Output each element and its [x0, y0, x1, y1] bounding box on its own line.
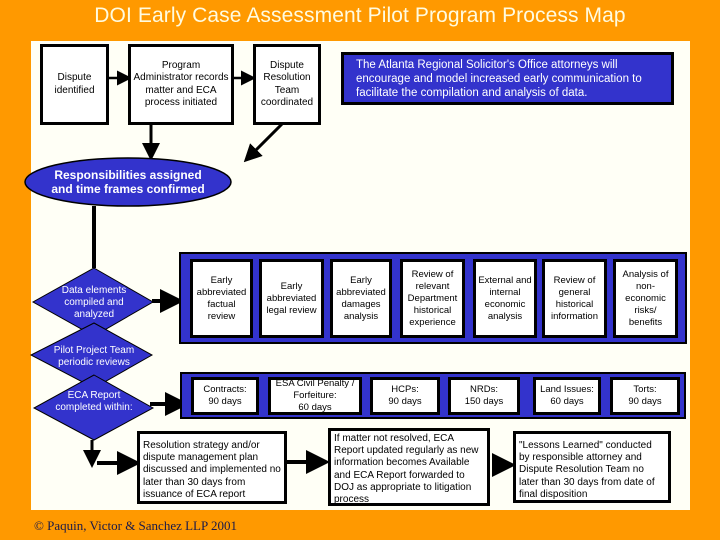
analysis-box-damages: Early abbreviated damages analysis: [330, 259, 392, 338]
eca-update-box: If matter not resolved, ECA Report updat…: [328, 428, 490, 506]
timeframe-torts: Torts: 90 days: [610, 377, 680, 415]
dispute-identified-label: Dispute identified: [54, 72, 95, 96]
analysis-label: Review of relevant Department historical…: [407, 268, 458, 328]
analysis-box-legal: Early abbreviated legal review: [259, 259, 324, 338]
analysis-label: Review of general historical information: [551, 274, 598, 322]
eca-update-label: If matter not resolved, ECA Report updat…: [334, 433, 479, 506]
timeframe-label: ESA Civil Penalty / Forfeiture: 60 days: [275, 378, 355, 413]
lessons-learned-label: "Lessons Learned" conducted by responsib…: [519, 440, 655, 500]
timeframe-nrds: NRDs: 150 days: [448, 377, 520, 415]
analysis-label: Early abbreviated damages analysis: [336, 274, 386, 322]
timeframe-contracts: Contracts: 90 days: [191, 377, 259, 415]
timeframe-label: HCPs: 90 days: [388, 384, 422, 407]
dispute-resolution-team-box: Dispute Resolution Team coordinated: [253, 44, 321, 125]
analysis-box-department: Review of relevant Department historical…: [400, 259, 465, 338]
timeframe-hcps: HCPs: 90 days: [370, 377, 440, 415]
atlanta-note-text: The Atlanta Regional Solicitor's Office …: [356, 59, 642, 99]
diamond-pilot-review-label: Pilot Project Team periodic reviews: [53, 345, 135, 368]
analysis-label: External and internal economic analysis: [478, 274, 532, 322]
analysis-label: Early abbreviated factual review: [196, 274, 247, 322]
program-administrator-box: Program Administrator records matter and…: [128, 44, 234, 125]
lessons-learned-box: "Lessons Learned" conducted by responsib…: [513, 431, 671, 503]
timeframe-land: Land Issues: 60 days: [533, 377, 601, 415]
analysis-label: Analysis of non-economic risks/ benefits: [622, 268, 669, 328]
analysis-box-factual: Early abbreviated factual review: [190, 259, 253, 338]
copyright-icon: ©: [34, 518, 44, 533]
copyright-footer: © Paquin, Victor & Sanchez LLP 2001: [34, 518, 237, 534]
analysis-box-economic: External and internal economic analysis: [473, 259, 537, 338]
resolution-strategy-box: Resolution strategy and/or dispute manag…: [137, 431, 287, 504]
timeframe-label: Land Issues: 60 days: [540, 384, 594, 407]
dispute-resolution-team-label: Dispute Resolution Team coordinated: [260, 60, 314, 108]
timeframe-label: NRDs: 150 days: [464, 384, 504, 407]
dispute-identified-box: Dispute identified: [40, 44, 109, 125]
copyright-text: Paquin, Victor & Sanchez LLP 2001: [47, 518, 237, 533]
analysis-label: Early abbreviated legal review: [266, 280, 317, 316]
resolution-strategy-label: Resolution strategy and/or dispute manag…: [143, 440, 281, 500]
diamond-eca-report-label: ECA Report completed within:: [55, 390, 133, 413]
atlanta-note-box: The Atlanta Regional Solicitor's Office …: [341, 52, 674, 105]
diamond-data-elements-label: Data elements compiled and analyzed: [61, 285, 127, 320]
timeframe-esa: ESA Civil Penalty / Forfeiture: 60 days: [268, 377, 362, 415]
page-title: DOI Early Case Assessment Pilot Program …: [94, 4, 626, 27]
timeframe-label: Torts: 90 days: [628, 384, 662, 407]
program-administrator-label: Program Administrator records matter and…: [133, 60, 229, 108]
timeframe-label: Contracts: 90 days: [203, 384, 247, 407]
analysis-box-non-economic: Analysis of non-economic risks/ benefits: [613, 259, 678, 338]
ellipse-label: Responsibilities assigned and time frame…: [51, 168, 205, 196]
analysis-box-historical: Review of general historical information: [542, 259, 607, 338]
